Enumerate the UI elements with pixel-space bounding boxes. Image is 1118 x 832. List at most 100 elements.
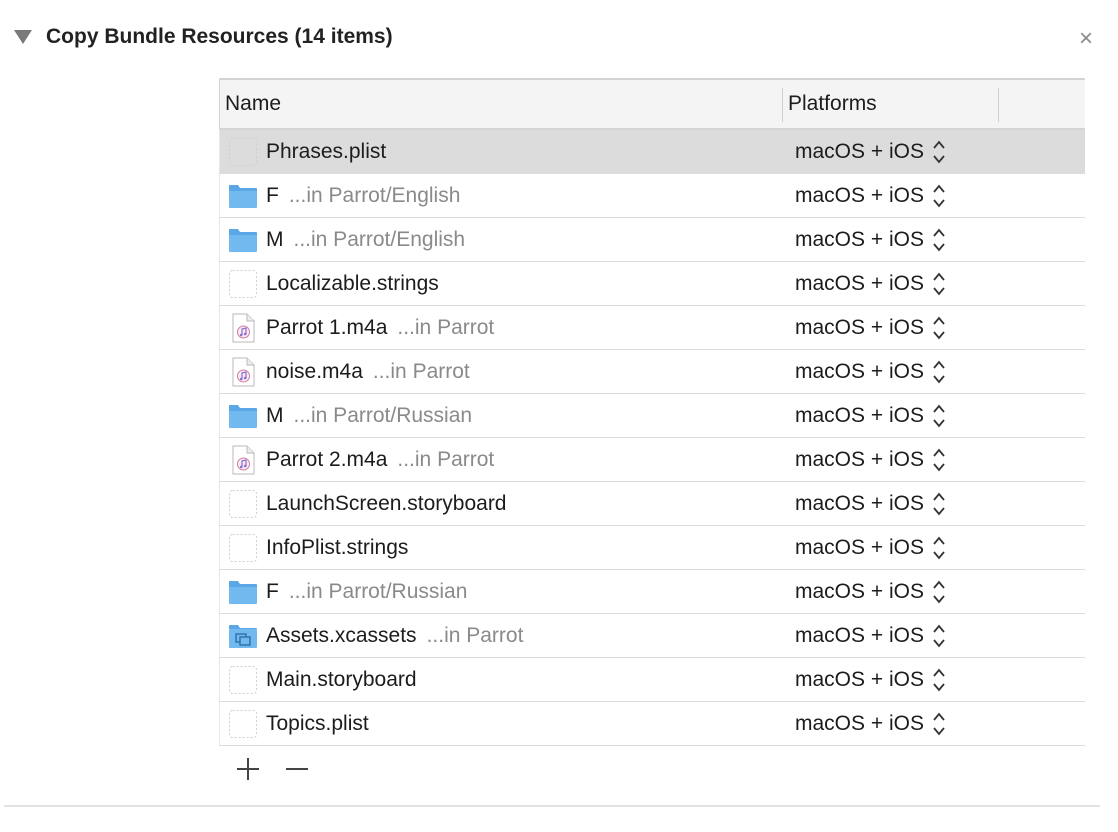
platform-popup-button[interactable]: macOS + iOS bbox=[795, 394, 946, 437]
platform-popup-button[interactable]: macOS + iOS bbox=[795, 350, 946, 393]
platform-popup-button[interactable]: macOS + iOS bbox=[795, 262, 946, 305]
up-down-chevron-icon bbox=[932, 489, 946, 516]
platform-popup-button[interactable]: macOS + iOS bbox=[795, 614, 946, 657]
column-header-platforms[interactable]: Platforms bbox=[788, 80, 877, 128]
up-down-chevron-icon bbox=[932, 137, 946, 164]
up-down-chevron-icon bbox=[932, 709, 946, 736]
up-down-chevron-icon bbox=[932, 401, 946, 428]
file-name-cell: M ...in Parrot/Russian bbox=[266, 394, 472, 437]
file-location: ...in Parrot/English bbox=[293, 228, 466, 251]
table-row[interactable]: Parrot 2.m4a ...in Parrot macOS + iOS bbox=[219, 438, 1085, 482]
table-row[interactable]: Assets.xcassets ...in Parrot macOS + iOS bbox=[219, 614, 1085, 658]
folder-icon bbox=[228, 224, 258, 256]
file-name-cell: Parrot 2.m4a ...in Parrot bbox=[266, 438, 494, 481]
table-row[interactable]: Phrases.plist macOS + iOS bbox=[219, 130, 1085, 174]
plus-icon[interactable] bbox=[231, 754, 265, 784]
table-row[interactable]: F ...in Parrot/English macOS + iOS bbox=[219, 174, 1085, 218]
up-down-chevron-icon bbox=[932, 533, 946, 560]
table-row[interactable]: F ...in Parrot/Russian macOS + iOS bbox=[219, 570, 1085, 614]
file-name: F bbox=[266, 184, 279, 207]
generic-file-icon bbox=[228, 136, 258, 168]
file-name-cell: Parrot 1.m4a ...in Parrot bbox=[266, 306, 494, 349]
platform-value: macOS + iOS bbox=[795, 536, 924, 559]
asset-catalog-icon bbox=[228, 620, 258, 652]
up-down-chevron-icon bbox=[932, 445, 946, 472]
platform-popup-button[interactable]: macOS + iOS bbox=[795, 218, 946, 261]
disclosure-triangle-down-icon[interactable] bbox=[14, 30, 32, 44]
generic-file-icon bbox=[228, 488, 258, 520]
file-name: Parrot 1.m4a bbox=[266, 316, 388, 339]
file-name: LaunchScreen.storyboard bbox=[266, 492, 507, 515]
file-name: InfoPlist.strings bbox=[266, 536, 409, 559]
up-down-chevron-icon bbox=[932, 225, 946, 252]
file-location: ...in Parrot bbox=[426, 624, 524, 647]
up-down-chevron-icon bbox=[932, 665, 946, 692]
platform-value: macOS + iOS bbox=[795, 404, 924, 427]
minus-icon[interactable] bbox=[280, 754, 314, 784]
platform-value: macOS + iOS bbox=[795, 712, 924, 735]
table-row[interactable]: Main.storyboard macOS + iOS bbox=[219, 658, 1085, 702]
file-location: ...in Parrot/English bbox=[288, 184, 461, 207]
file-location: ...in Parrot bbox=[397, 316, 495, 339]
platform-popup-button[interactable]: macOS + iOS bbox=[795, 174, 946, 217]
platform-popup-button[interactable]: macOS + iOS bbox=[795, 702, 946, 745]
up-down-chevron-icon bbox=[932, 357, 946, 384]
table-row[interactable]: Localizable.strings macOS + iOS bbox=[219, 262, 1085, 306]
table-row[interactable]: M ...in Parrot/English macOS + iOS bbox=[219, 218, 1085, 262]
audio-file-icon bbox=[228, 444, 258, 476]
up-down-chevron-icon bbox=[932, 181, 946, 208]
platform-popup-button[interactable]: macOS + iOS bbox=[795, 306, 946, 349]
platform-popup-button[interactable]: macOS + iOS bbox=[795, 658, 946, 701]
table-footer bbox=[219, 746, 1085, 792]
file-location: ...in Parrot/Russian bbox=[293, 404, 473, 427]
file-name: M bbox=[266, 404, 284, 427]
platform-value: macOS + iOS bbox=[795, 580, 924, 603]
platform-popup-button[interactable]: macOS + iOS bbox=[795, 482, 946, 525]
file-name: Parrot 2.m4a bbox=[266, 448, 388, 471]
table-row[interactable]: Parrot 1.m4a ...in Parrot macOS + iOS bbox=[219, 306, 1085, 350]
file-name: Localizable.strings bbox=[266, 272, 439, 295]
column-separator[interactable] bbox=[998, 88, 999, 122]
platform-value: macOS + iOS bbox=[795, 228, 924, 251]
platform-popup-button[interactable]: macOS + iOS bbox=[795, 130, 946, 173]
platform-value: macOS + iOS bbox=[795, 272, 924, 295]
file-location: ...in Parrot bbox=[397, 448, 495, 471]
table-row[interactable]: Topics.plist macOS + iOS bbox=[219, 702, 1085, 746]
file-name: noise.m4a bbox=[266, 360, 363, 383]
platform-value: macOS + iOS bbox=[795, 492, 924, 515]
build-phase-title: Copy Bundle Resources (14 items) bbox=[46, 25, 393, 48]
table-row[interactable]: LaunchScreen.storyboard macOS + iOS bbox=[219, 482, 1085, 526]
table-header: Name Platforms bbox=[219, 78, 1085, 130]
folder-icon bbox=[228, 576, 258, 608]
close-icon[interactable]: × bbox=[1074, 25, 1098, 53]
platform-popup-button[interactable]: macOS + iOS bbox=[795, 526, 946, 569]
table-row[interactable]: InfoPlist.strings macOS + iOS bbox=[219, 526, 1085, 570]
platform-value: macOS + iOS bbox=[795, 140, 924, 163]
file-name-cell: Localizable.strings bbox=[266, 262, 439, 305]
resources-table: Name Platforms Phrases.plist macOS + iOS F… bbox=[219, 78, 1085, 746]
file-name-cell: LaunchScreen.storyboard bbox=[266, 482, 507, 525]
generic-file-icon bbox=[228, 664, 258, 696]
column-header-name[interactable]: Name bbox=[225, 80, 281, 128]
audio-file-icon bbox=[228, 356, 258, 388]
file-name: Topics.plist bbox=[266, 712, 369, 735]
file-name-cell: Phrases.plist bbox=[266, 130, 386, 173]
platform-popup-button[interactable]: macOS + iOS bbox=[795, 438, 946, 481]
table-row[interactable]: M ...in Parrot/Russian macOS + iOS bbox=[219, 394, 1085, 438]
generic-file-icon bbox=[228, 708, 258, 740]
file-name-cell: Topics.plist bbox=[266, 702, 369, 745]
file-name: F bbox=[266, 580, 279, 603]
section-divider bbox=[4, 805, 1100, 807]
generic-file-icon bbox=[228, 532, 258, 564]
up-down-chevron-icon bbox=[932, 577, 946, 604]
platform-popup-button[interactable]: macOS + iOS bbox=[795, 570, 946, 613]
up-down-chevron-icon bbox=[932, 313, 946, 340]
column-separator[interactable] bbox=[782, 88, 783, 122]
table-row[interactable]: noise.m4a ...in Parrot macOS + iOS bbox=[219, 350, 1085, 394]
folder-icon bbox=[228, 400, 258, 432]
file-name-cell: noise.m4a ...in Parrot bbox=[266, 350, 470, 393]
file-name: M bbox=[266, 228, 284, 251]
file-name: Main.storyboard bbox=[266, 668, 417, 691]
platform-value: macOS + iOS bbox=[795, 668, 924, 691]
file-location: ...in Parrot bbox=[372, 360, 470, 383]
